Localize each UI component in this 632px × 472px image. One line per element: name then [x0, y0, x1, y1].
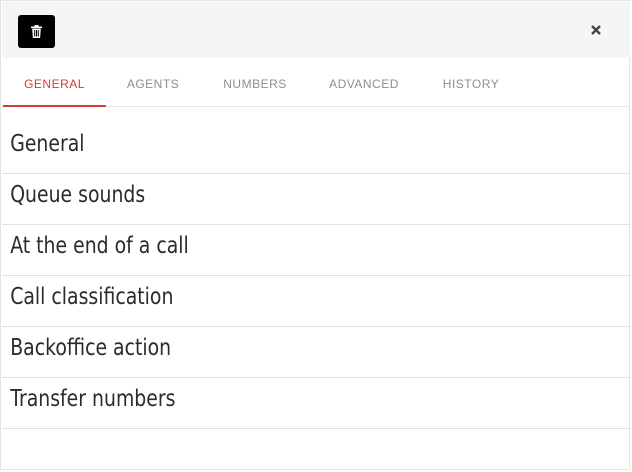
section-queue-sounds[interactable]: Queue sounds: [2, 174, 630, 225]
queue-settings-panel: GENERAL AGENTS NUMBERS ADVANCED HISTORY …: [0, 0, 630, 470]
tab-history[interactable]: HISTORY: [431, 59, 511, 107]
close-button[interactable]: [588, 22, 604, 38]
tab-advanced[interactable]: ADVANCED: [320, 59, 408, 107]
close-icon: [591, 25, 601, 35]
panel-header: [2, 2, 630, 58]
tab-general[interactable]: GENERAL: [3, 59, 106, 107]
section-label: Transfer numbers: [10, 386, 176, 412]
section-label: Call classification: [10, 284, 174, 310]
delete-button[interactable]: [18, 15, 55, 48]
tab-agents[interactable]: AGENTS: [115, 59, 191, 107]
tab-bar: GENERAL AGENTS NUMBERS ADVANCED HISTORY: [2, 59, 630, 107]
section-end-of-call[interactable]: At the end of a call: [2, 225, 630, 276]
section-label: At the end of a call: [10, 233, 189, 259]
section-label: Queue sounds: [10, 182, 146, 208]
tab-numbers[interactable]: NUMBERS: [212, 59, 298, 107]
section-general[interactable]: General: [2, 123, 630, 174]
section-transfer-numbers[interactable]: Transfer numbers: [2, 378, 630, 429]
section-backoffice-action[interactable]: Backoffice action: [2, 327, 630, 378]
section-label: General: [10, 131, 85, 157]
sections-spacer: [2, 108, 630, 123]
section-label: Backoffice action: [10, 335, 172, 361]
section-call-classification[interactable]: Call classification: [2, 276, 630, 327]
trash-icon: [31, 25, 42, 38]
settings-section-list: General Queue sounds At the end of a cal…: [2, 123, 630, 429]
